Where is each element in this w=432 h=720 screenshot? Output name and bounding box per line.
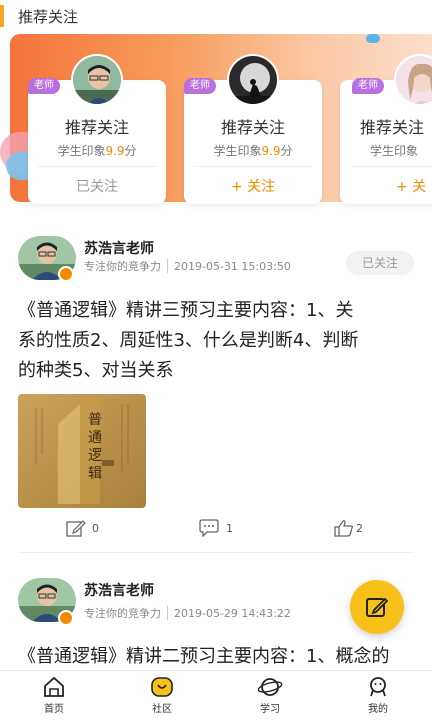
post-text[interactable]: 《普通逻辑》精讲三预习主要内容：1、关 系的性质2、周延性3、什么是判断4、判断… (18, 296, 414, 386)
pencil-icon (366, 597, 389, 617)
like-stat[interactable]: 2 (334, 519, 363, 537)
avatar[interactable] (227, 54, 279, 106)
svg-text:通: 通 (88, 430, 102, 446)
card-score: 学生印象 (370, 144, 419, 158)
post-meta: 专注你的竞争力 2019-05-29 14:43:22 (84, 605, 291, 621)
like-count: 2 (356, 521, 363, 535)
post-text[interactable]: 《普通逻辑》精讲二预习主要内容：1、概念的 (18, 642, 414, 672)
recommend-card[interactable]: 老师 推荐关注 学生印象9.9分 + 关注 (184, 54, 322, 204)
planet-icon (257, 678, 283, 696)
section-header: 推荐关注 (0, 0, 432, 32)
tab-label: 我的 (368, 704, 388, 715)
tab-home[interactable]: 首页 (0, 671, 108, 720)
post-text-line: 的种类5、对当关系 (18, 360, 174, 381)
card-name: 推荐关注 (220, 118, 285, 137)
decor-dot (366, 34, 380, 43)
post-time: 2019-05-29 14:43:22 (174, 606, 291, 620)
meta-separator (167, 259, 168, 273)
section-title: 推荐关注 (18, 7, 79, 26)
edit-count: 0 (92, 521, 99, 535)
teacher-tag: 老师 (28, 78, 60, 94)
avatar[interactable] (394, 54, 432, 106)
comment-count: 1 (226, 521, 233, 535)
comment-stat[interactable]: 1 (198, 519, 233, 537)
follow-button[interactable]: + 关 (396, 176, 426, 196)
recommend-carousel[interactable]: 老师 推荐关注 学生印象9.9分 已关注 老师 推荐关注 学生印象9.9分 + … (0, 34, 432, 212)
tab-label: 学习 (260, 704, 280, 715)
teacher-tag: 老师 (352, 78, 384, 94)
card-name: 推荐关注 (360, 118, 425, 137)
svg-text:普: 普 (88, 412, 102, 428)
tab-label: 社区 (152, 704, 172, 715)
divider (350, 166, 432, 167)
post-image[interactable]: 普 通 逻 辑 (18, 394, 146, 508)
svg-text:逻: 逻 (88, 448, 102, 464)
author-slogan: 专注你的竞争力 (84, 260, 161, 273)
author-name[interactable]: 苏浩言老师 (84, 580, 154, 600)
author-slogan: 专注你的竞争力 (84, 607, 161, 620)
post-stats: 0 1 2 (0, 519, 432, 539)
svg-text:辑: 辑 (88, 466, 102, 482)
verified-badge (58, 266, 74, 282)
meta-separator (167, 606, 168, 620)
profile-icon (370, 677, 386, 697)
divider (38, 166, 156, 167)
card-score: 学生印象9.9分 (57, 144, 137, 158)
tab-community[interactable]: 社区 (108, 671, 216, 720)
post-time: 2019-05-31 15:03:50 (174, 259, 291, 273)
home-icon (44, 676, 64, 697)
followed-button[interactable]: 已关注 (346, 251, 414, 275)
recommend-card[interactable]: 老师 推荐关注 学生印象9.9分 已关注 (28, 54, 166, 204)
post-text-line: 《普通逻辑》精讲三预习主要内容：1、关 (18, 300, 354, 321)
follow-button[interactable]: + 关注 (184, 176, 322, 196)
teacher-tag: 老师 (184, 78, 216, 94)
card-name: 推荐关注 (64, 118, 129, 137)
tab-study[interactable]: 学习 (216, 671, 324, 720)
divider (18, 552, 414, 553)
comment-icon (199, 519, 219, 537)
edit-icon (66, 520, 86, 537)
author-name[interactable]: 苏浩言老师 (84, 238, 154, 258)
edit-stat[interactable]: 0 (66, 519, 99, 537)
post-text-line: 《普通逻辑》精讲二预习主要内容：1、概念的 (18, 646, 390, 667)
verified-badge (58, 610, 74, 626)
avatar[interactable] (71, 54, 123, 106)
card-score: 学生印象9.9分 (213, 144, 293, 158)
community-icon (151, 677, 173, 697)
recommend-card[interactable]: 老师 推荐关注 学生印象 + 关 (340, 54, 432, 204)
post-text-line: 系的性质2、周延性3、什么是判断4、判断 (18, 330, 359, 351)
thumbs-up-icon (334, 520, 353, 537)
bottom-tab-bar: 首页 社区 学习 我的 (0, 670, 432, 720)
tab-mine[interactable]: 我的 (324, 671, 432, 720)
divider (194, 166, 312, 167)
header-accent-bar (0, 5, 4, 27)
post-meta: 专注你的竞争力 2019-05-31 15:03:50 (84, 258, 291, 274)
followed-button[interactable]: 已关注 (28, 176, 166, 196)
compose-button[interactable] (350, 580, 404, 634)
tab-label: 首页 (44, 704, 64, 715)
